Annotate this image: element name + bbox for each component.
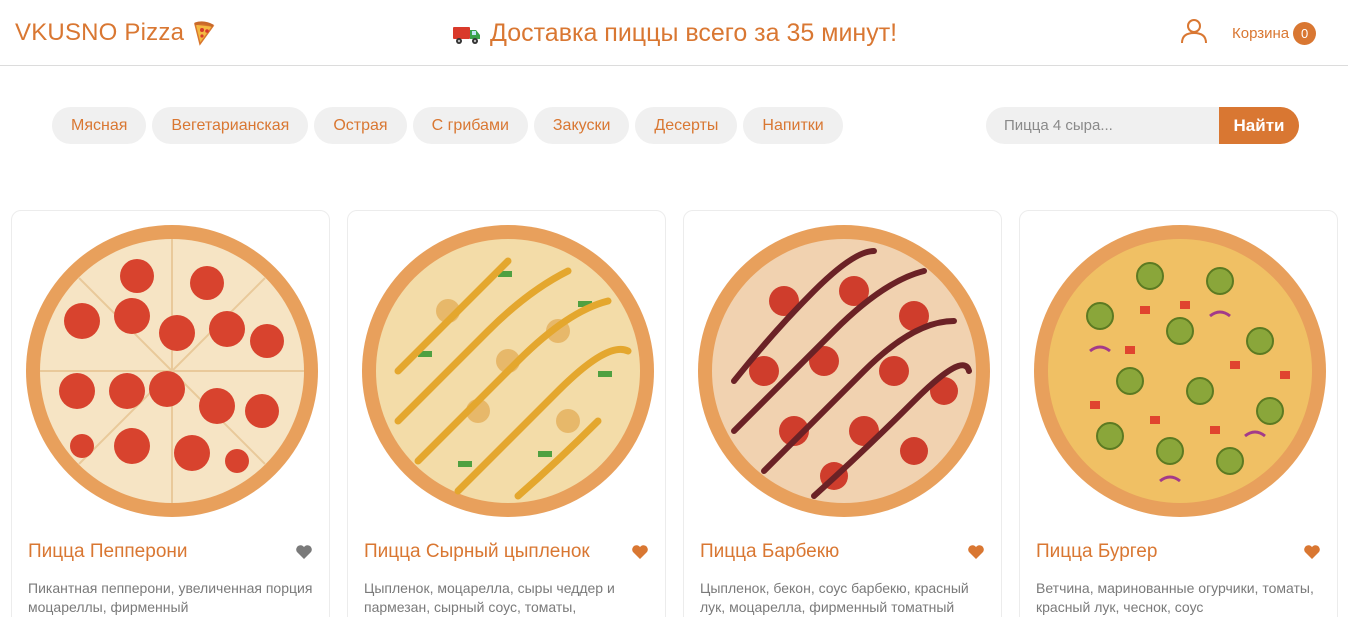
category-filter: Мясная Вегетарианская Острая С грибами З…: [52, 107, 843, 144]
category-drinks[interactable]: Напитки: [743, 107, 843, 144]
search-input[interactable]: [986, 107, 1219, 144]
promo-text: Доставка пиццы всего за 35 минут!: [490, 19, 898, 47]
product-title[interactable]: Пицца Бургер: [1036, 541, 1157, 563]
product-description: Цыпленок, бекон, соус барбекю, красный л…: [700, 580, 969, 615]
search-bar: Найти: [986, 107, 1299, 144]
product-card[interactable]: Пицца Пепперони Пикантная пепперони, уве…: [11, 210, 330, 617]
heart-icon[interactable]: [631, 544, 649, 560]
heart-icon[interactable]: [1303, 544, 1321, 560]
site-header: VKUSNO Pizza Доставка пиццы всего за 35 …: [0, 0, 1348, 66]
cart-button[interactable]: Корзина 0: [1232, 22, 1317, 45]
logo[interactable]: VKUSNO Pizza: [15, 19, 216, 47]
search-button[interactable]: Найти: [1219, 107, 1299, 144]
category-meat[interactable]: Мясная: [52, 107, 147, 144]
product-description: Цыпленок, моцарелла, сыры чеддер и парме…: [364, 580, 615, 615]
user-icon[interactable]: [1180, 17, 1208, 45]
cheese-chicken-pizza-image: [348, 211, 665, 531]
category-mushrooms[interactable]: С грибами: [412, 107, 528, 144]
category-snacks[interactable]: Закуски: [533, 107, 630, 144]
product-grid: Пицца Пепперони Пикантная пепперони, уве…: [11, 210, 1338, 617]
product-card[interactable]: Пицца Бургер Ветчина, маринованные огурч…: [1019, 210, 1338, 617]
product-card[interactable]: Пицца Сырный цыпленок Цыпленок, моцарелл…: [347, 210, 666, 617]
pizza-slice-icon: [194, 21, 215, 46]
pepperoni-pizza-image: [12, 211, 329, 531]
delivery-truck-icon: [453, 26, 480, 44]
product-description: Пикантная пепперони, увеличенная порция …: [28, 580, 313, 615]
product-title[interactable]: Пицца Пепперони: [28, 541, 188, 563]
cart-label: Корзина: [1232, 25, 1290, 42]
heart-icon[interactable]: [967, 544, 985, 560]
product-description: Ветчина, маринованные огурчики, томаты, …: [1036, 580, 1314, 615]
promo-banner: Доставка пиццы всего за 35 минут!: [452, 19, 897, 48]
product-title[interactable]: Пицца Сырный цыпленок: [364, 541, 590, 563]
product-card[interactable]: Пицца Барбекю Цыпленок, бекон, соус барб…: [683, 210, 1002, 617]
category-vegetarian[interactable]: Вегетарианская: [152, 107, 309, 144]
cart-count-badge: 0: [1293, 22, 1317, 45]
bbq-pizza-image: [684, 211, 1001, 531]
category-spicy[interactable]: Острая: [314, 107, 407, 144]
logo-text[interactable]: VKUSNO Pizza: [15, 19, 184, 47]
heart-icon[interactable]: [295, 544, 313, 560]
product-title[interactable]: Пицца Барбекю: [700, 541, 839, 563]
burger-pizza-image: [1020, 211, 1337, 531]
category-desserts[interactable]: Десерты: [635, 107, 738, 144]
